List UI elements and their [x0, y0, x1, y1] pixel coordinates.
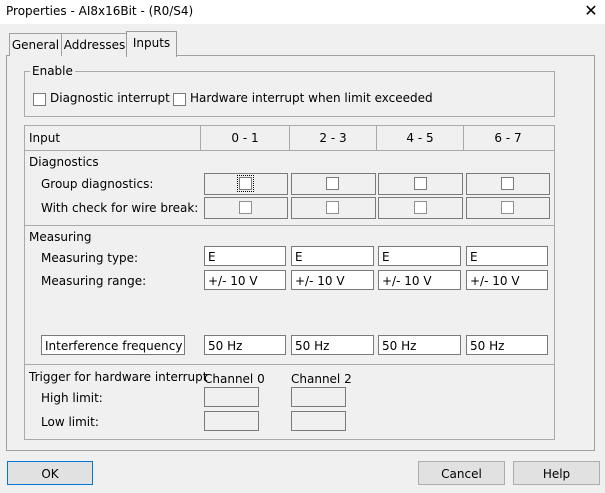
measuring-type-field-2-3[interactable]: E — [291, 246, 374, 266]
tab-general[interactable]: General — [9, 33, 62, 56]
measuring-range-field-6-7[interactable]: +/- 10 V — [466, 270, 548, 290]
ok-button[interactable]: OK — [7, 461, 93, 485]
column-header-4-5: 4 - 5 — [406, 131, 434, 145]
interference-field-4-5[interactable]: 50 Hz — [378, 335, 461, 355]
channel-2-header: Channel 2 — [291, 372, 352, 386]
measuring-range-field-2-3[interactable]: +/- 10 V — [291, 270, 374, 290]
window-title: Properties - AI8x16Bit - (R0/S4) — [6, 4, 194, 18]
low-limit-channel-2-field[interactable] — [291, 411, 346, 431]
measuring-range-field-0-1[interactable]: +/- 10 V — [204, 270, 286, 290]
column-header-2-3: 2 - 3 — [319, 131, 347, 145]
hardware-interrupt-label: Hardware interrupt when limit exceeded — [190, 91, 433, 105]
measuring-type-label: Measuring type: — [41, 251, 139, 265]
group-diagnostics-checkbox-2-3[interactable] — [326, 177, 339, 190]
wire-break-checkbox-0-1[interactable] — [239, 201, 252, 214]
measuring-type-field-6-7[interactable]: E — [466, 246, 548, 266]
group-diagnostics-checkbox-0-1[interactable] — [237, 175, 254, 192]
low-limit-channel-0-field[interactable] — [204, 411, 259, 431]
wire-break-checkbox-2-3[interactable] — [326, 201, 339, 214]
group-diagnostics-label: Group diagnostics: — [41, 177, 154, 191]
measuring-title: Measuring — [29, 230, 92, 244]
column-header-6-7: 6 - 7 — [494, 131, 522, 145]
diagnostics-title: Diagnostics — [29, 155, 99, 169]
measuring-type-field-0-1[interactable]: E — [204, 246, 286, 266]
interference-field-6-7[interactable]: 50 Hz — [466, 335, 548, 355]
interference-frequency-label: Interference frequency — [41, 335, 185, 355]
measuring-range-field-4-5[interactable]: +/- 10 V — [378, 270, 461, 290]
cancel-button[interactable]: Cancel — [418, 461, 505, 485]
enable-legend: Enable — [30, 64, 75, 78]
wire-break-checkbox-4-5[interactable] — [414, 201, 427, 214]
measuring-range-label: Measuring range: — [41, 274, 147, 288]
high-limit-label: High limit: — [41, 391, 103, 405]
high-limit-channel-2-field[interactable] — [291, 387, 346, 407]
close-icon[interactable]: ✕ — [580, 1, 602, 21]
hardware-interrupt-checkbox[interactable] — [173, 93, 186, 106]
tab-inputs[interactable]: Inputs — [126, 31, 177, 57]
measuring-type-field-4-5[interactable]: E — [378, 246, 461, 266]
diagnostic-interrupt-label: Diagnostic interrupt — [50, 91, 170, 105]
channel-0-header: Channel 0 — [204, 372, 265, 386]
diagnostic-interrupt-checkbox[interactable] — [33, 93, 46, 106]
group-diagnostics-checkbox-6-7[interactable] — [501, 177, 514, 190]
trigger-title: Trigger for hardware interrupt — [29, 370, 208, 384]
input-header: Input — [29, 131, 61, 145]
section-divider — [24, 364, 555, 365]
wire-break-label: With check for wire break: — [41, 201, 199, 215]
tab-addresses[interactable]: Addresses — [61, 33, 128, 56]
section-divider — [24, 225, 555, 226]
low-limit-label: Low limit: — [41, 415, 99, 429]
wire-break-checkbox-6-7[interactable] — [501, 201, 514, 214]
high-limit-channel-0-field[interactable] — [204, 387, 259, 407]
group-diagnostics-checkbox-4-5[interactable] — [414, 177, 427, 190]
help-button[interactable]: Help — [513, 461, 600, 485]
column-header-0-1: 0 - 1 — [231, 131, 259, 145]
interference-field-2-3[interactable]: 50 Hz — [291, 335, 374, 355]
interference-field-0-1[interactable]: 50 Hz — [204, 335, 286, 355]
